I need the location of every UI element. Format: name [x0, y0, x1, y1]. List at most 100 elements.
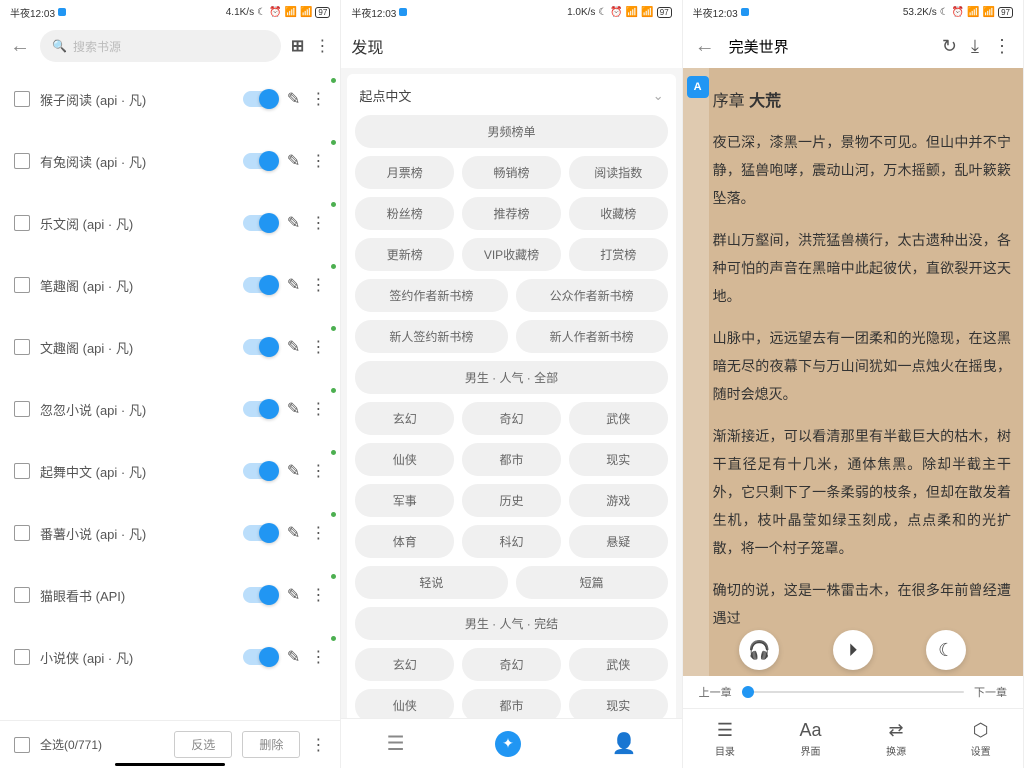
toggle[interactable] — [243, 525, 277, 541]
source-item[interactable]: 文趣阁 (api · 凡)✎⋮ — [0, 316, 340, 378]
checkbox[interactable] — [14, 649, 30, 665]
toggle[interactable] — [243, 339, 277, 355]
checkbox[interactable] — [14, 525, 30, 541]
category-pill[interactable]: 科幻 — [462, 525, 561, 558]
category-pill[interactable]: 游戏 — [569, 484, 668, 517]
source-item[interactable]: 起舞中文 (api · 凡)✎⋮ — [0, 440, 340, 502]
catalog-button[interactable]: ☰目录 — [715, 720, 735, 758]
item-more-icon[interactable]: ⋮ — [310, 585, 326, 605]
item-more-icon[interactable]: ⋮ — [310, 461, 326, 481]
progress-slider[interactable] — [742, 691, 964, 693]
qr-icon[interactable]: ⊞ — [291, 36, 304, 56]
item-more-icon[interactable]: ⋮ — [310, 275, 326, 295]
category-pill[interactable]: 悬疑 — [569, 525, 668, 558]
item-more-icon[interactable]: ⋮ — [310, 399, 326, 419]
category-pill[interactable]: 阅读指数 — [569, 156, 668, 189]
item-more-icon[interactable]: ⋮ — [310, 89, 326, 109]
headphones-icon[interactable]: 🎧 — [739, 630, 779, 670]
category-pill[interactable]: 仙侠 — [355, 689, 454, 718]
profile-icon[interactable]: 👤 — [611, 731, 636, 756]
category-pill[interactable]: 公众作者新书榜 — [516, 279, 668, 312]
ui-button[interactable]: Aa界面 — [800, 720, 822, 758]
category-pill[interactable]: 打赏榜 — [569, 238, 668, 271]
edit-icon[interactable]: ✎ — [287, 647, 300, 667]
category-pill[interactable]: 奇幻 — [462, 402, 561, 435]
item-more-icon[interactable]: ⋮ — [310, 647, 326, 667]
refresh-icon[interactable]: ↻ — [942, 36, 957, 57]
more-icon[interactable]: ⋮ — [314, 36, 330, 56]
source-item[interactable]: 猴子阅读 (api · 凡)✎⋮ — [0, 68, 340, 130]
category-pill[interactable]: 仙侠 — [355, 443, 454, 476]
category-pill[interactable]: 奇幻 — [462, 648, 561, 681]
category-pill[interactable]: 新人作者新书榜 — [516, 320, 668, 353]
category-pill[interactable]: 体育 — [355, 525, 454, 558]
category-pill[interactable]: 现实 — [569, 443, 668, 476]
card-header[interactable]: 起点中文 ⌄ — [355, 84, 667, 115]
category-pill[interactable]: 玄幻 — [355, 648, 454, 681]
toggle[interactable] — [243, 401, 277, 417]
slider-thumb[interactable] — [742, 686, 754, 698]
checkbox[interactable] — [14, 215, 30, 231]
source-item[interactable]: 有兔阅读 (api · 凡)✎⋮ — [0, 130, 340, 192]
invert-button[interactable]: 反选 — [174, 731, 232, 758]
toggle[interactable] — [243, 91, 277, 107]
category-pill[interactable]: 月票榜 — [355, 156, 454, 189]
checkbox[interactable] — [14, 463, 30, 479]
category-pill[interactable]: 军事 — [355, 484, 454, 517]
chevron-down-icon[interactable]: ⌄ — [653, 88, 664, 104]
category-pill[interactable]: 畅销榜 — [462, 156, 561, 189]
edit-icon[interactable]: ✎ — [287, 337, 300, 357]
source-item[interactable]: 笔趣阁 (api · 凡)✎⋮ — [0, 254, 340, 316]
reader-content[interactable]: A 序章 大荒 夜已深，漆黑一片，景物不可见。但山中并不宁静，猛兽咆哮，震动山河… — [683, 68, 1023, 676]
discover-icon[interactable]: ✦ — [495, 731, 521, 757]
category-pill[interactable]: 短篇 — [516, 566, 668, 599]
source-item[interactable]: 忽忽小说 (api · 凡)✎⋮ — [0, 378, 340, 440]
category-pill[interactable]: 都市 — [462, 443, 561, 476]
category-pill[interactable]: 玄幻 — [355, 402, 454, 435]
category-pill[interactable]: 新人签约新书榜 — [355, 320, 507, 353]
category-pill[interactable]: 武侠 — [569, 648, 668, 681]
toggle[interactable] — [243, 463, 277, 479]
category-pill[interactable]: 更新榜 — [355, 238, 454, 271]
source-item[interactable]: 番薯小说 (api · 凡)✎⋮ — [0, 502, 340, 564]
category-pill[interactable]: VIP收藏榜 — [462, 238, 561, 271]
delete-button[interactable]: 删除 — [242, 731, 300, 758]
toggle[interactable] — [243, 153, 277, 169]
item-more-icon[interactable]: ⋮ — [310, 213, 326, 233]
edit-icon[interactable]: ✎ — [287, 151, 300, 171]
category-pill[interactable]: 武侠 — [569, 402, 668, 435]
discover-body[interactable]: 起点中文 ⌄ 男频榜单 月票榜畅销榜阅读指数粉丝榜推荐榜收藏榜更新榜VIP收藏榜… — [341, 68, 681, 718]
select-all-checkbox[interactable] — [14, 737, 30, 753]
category-pill[interactable]: 推荐榜 — [462, 197, 561, 230]
edit-icon[interactable]: ✎ — [287, 213, 300, 233]
search-input[interactable]: 🔍 搜索书源 — [40, 30, 281, 62]
category-pill[interactable]: 现实 — [569, 689, 668, 718]
category-pill[interactable]: 签约作者新书榜 — [355, 279, 507, 312]
back-icon[interactable]: ← — [10, 35, 30, 58]
source-item[interactable]: 小说侠 (api · 凡)✎⋮ — [0, 626, 340, 688]
edit-icon[interactable]: ✎ — [287, 275, 300, 295]
checkbox[interactable] — [14, 277, 30, 293]
toggle[interactable] — [243, 277, 277, 293]
category-pill[interactable]: 收藏榜 — [569, 197, 668, 230]
back-icon[interactable]: ← — [695, 35, 715, 58]
category-pill[interactable]: 历史 — [462, 484, 561, 517]
category-pill[interactable]: 粉丝榜 — [355, 197, 454, 230]
edit-icon[interactable]: ✎ — [287, 523, 300, 543]
item-more-icon[interactable]: ⋮ — [310, 337, 326, 357]
prev-chapter[interactable]: 上一章 — [699, 684, 732, 700]
autoread-icon[interactable]: ⏵ — [833, 630, 873, 670]
download-icon[interactable]: ⤓ — [971, 36, 979, 57]
checkbox[interactable] — [14, 91, 30, 107]
more-icon[interactable]: ⋮ — [993, 36, 1011, 57]
bottom-more-icon[interactable]: ⋮ — [310, 735, 326, 755]
source-item[interactable]: 猫眼看书 (API)✎⋮ — [0, 564, 340, 626]
category-pill[interactable]: 都市 — [462, 689, 561, 718]
edit-icon[interactable]: ✎ — [287, 399, 300, 419]
item-more-icon[interactable]: ⋮ — [310, 151, 326, 171]
source-button[interactable]: ⇄换源 — [886, 720, 906, 758]
checkbox[interactable] — [14, 401, 30, 417]
source-item[interactable]: 乐文阅 (api · 凡)✎⋮ — [0, 192, 340, 254]
edit-icon[interactable]: ✎ — [287, 461, 300, 481]
toggle[interactable] — [243, 215, 277, 231]
